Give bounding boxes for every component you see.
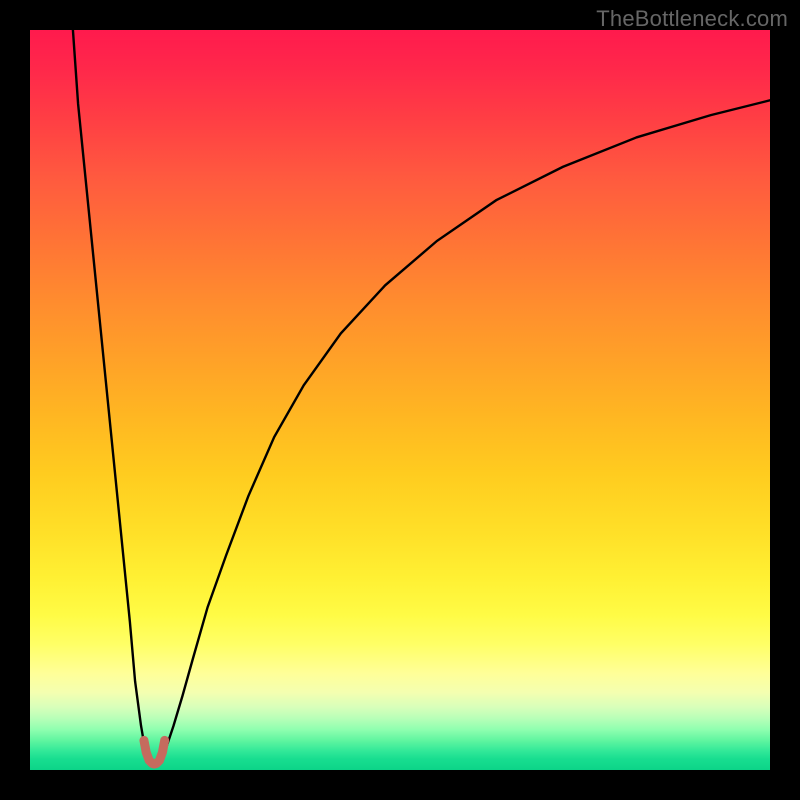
curve-left-branch — [73, 30, 148, 760]
curve-layer — [30, 30, 770, 770]
chart-frame: TheBottleneck.com — [0, 0, 800, 800]
curve-right-branch — [160, 100, 770, 760]
plot-area — [30, 30, 770, 770]
cusp-marker — [144, 740, 165, 764]
watermark-text: TheBottleneck.com — [596, 6, 788, 32]
